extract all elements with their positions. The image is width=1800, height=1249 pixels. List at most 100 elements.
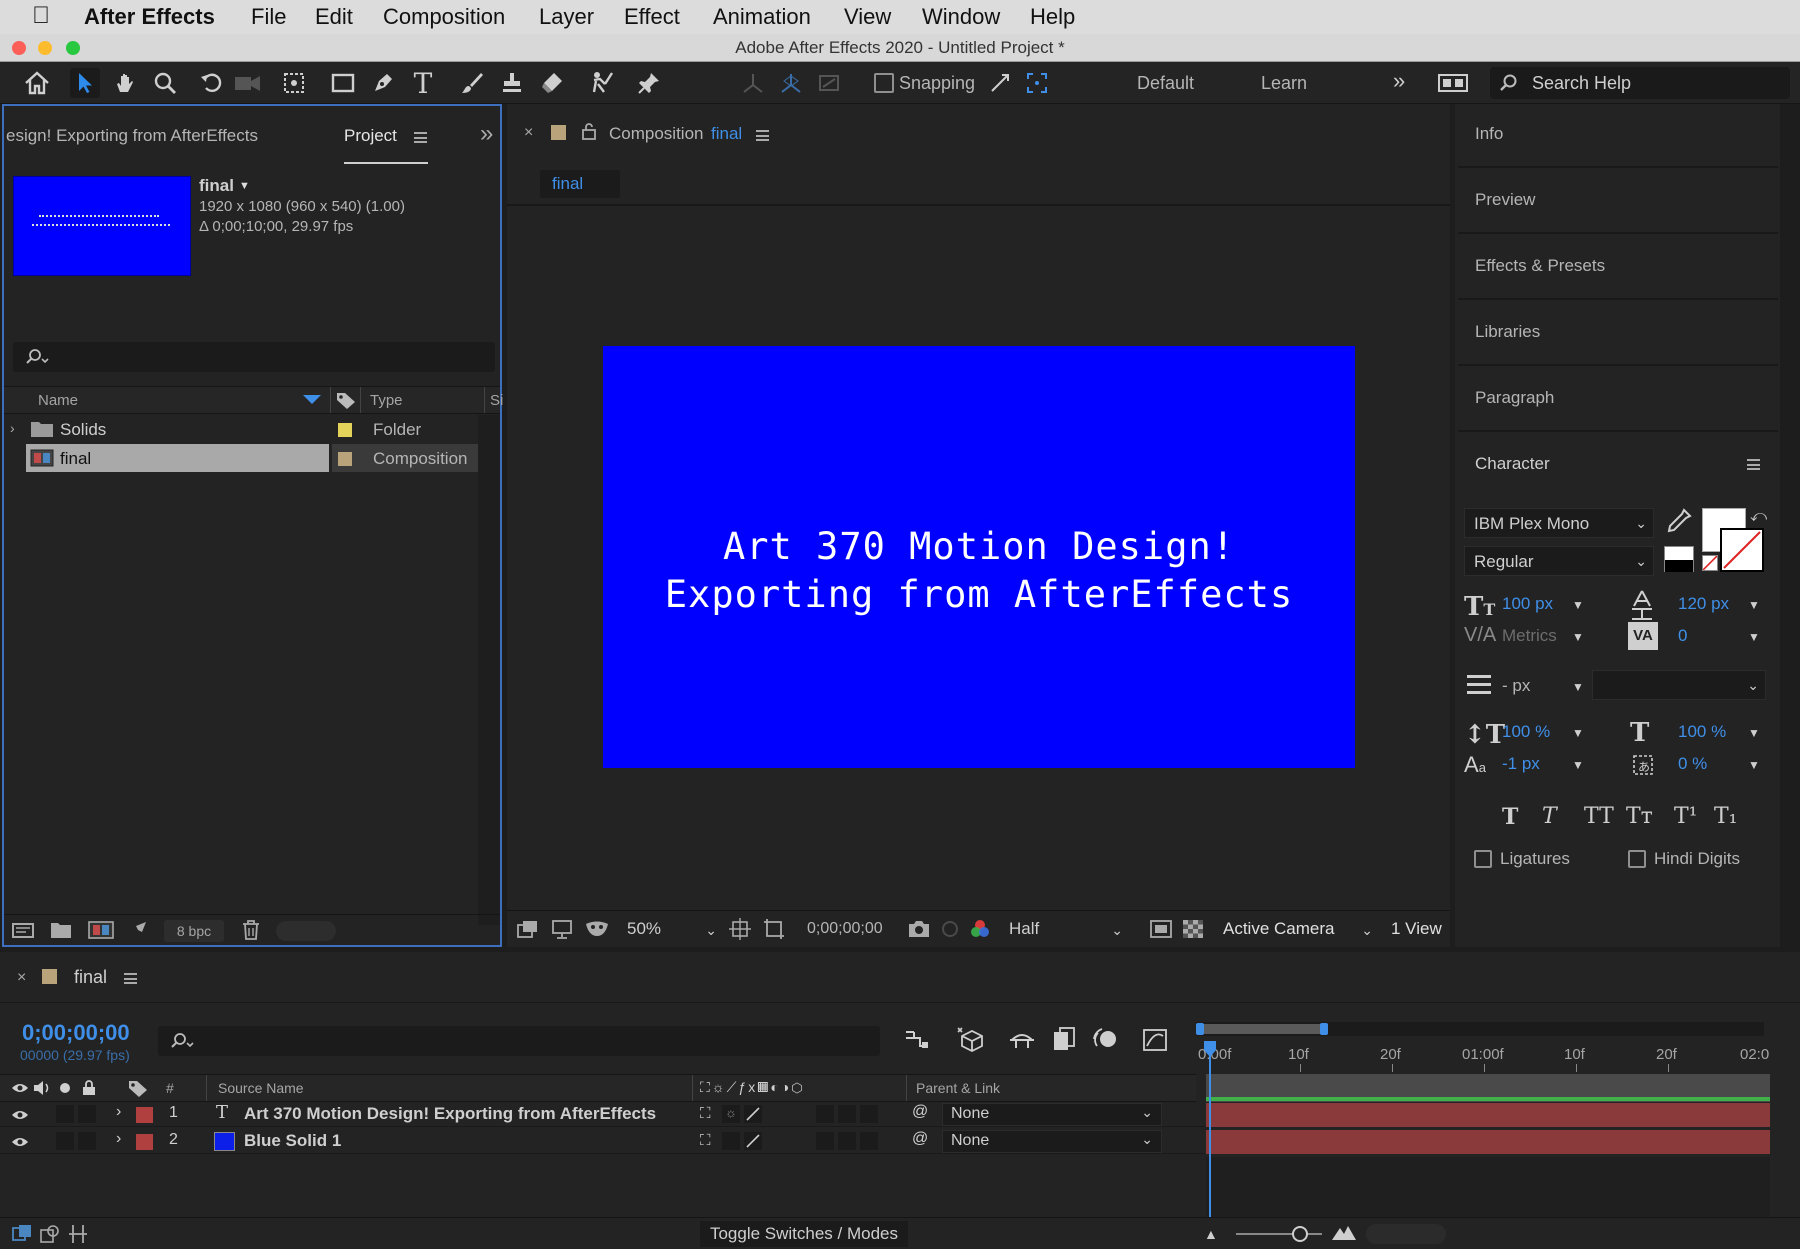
font-style-dropdown[interactable]: Regular ⌄ (1464, 546, 1654, 576)
pan-behind-tool-icon[interactable] (279, 68, 309, 98)
more-workspaces-icon[interactable]: » (1393, 68, 1405, 94)
layer-label-swatch[interactable] (136, 1107, 153, 1123)
composition-canvas[interactable]: Art 370 Motion Design! Exporting from Af… (603, 346, 1355, 768)
menu-edit[interactable]: Edit (315, 4, 353, 30)
eye-icon[interactable] (11, 1136, 29, 1148)
quality-switch[interactable] (744, 1105, 762, 1123)
parent-dropdown[interactable]: None ⌄ (942, 1103, 1162, 1126)
collapse-switch-icon[interactable]: ☼ (722, 1105, 740, 1123)
dropdown-arrow-icon[interactable]: ▼ (1572, 598, 1584, 612)
toggle-switches-modes-button[interactable]: Toggle Switches / Modes (700, 1221, 908, 1247)
layer-switches-icons[interactable]: ⛶☼⟋ƒx▦◐◑⬡ (700, 1079, 805, 1096)
lock-icon[interactable] (82, 1080, 96, 1096)
project-tab[interactable]: Project (344, 126, 397, 146)
collapse-switch[interactable] (722, 1132, 740, 1150)
lock-icon[interactable] (581, 122, 597, 140)
resolution-dropdown[interactable]: Half ⌄ (1001, 916, 1129, 944)
parent-dropdown[interactable]: None ⌄ (942, 1130, 1162, 1153)
eye-icon[interactable] (11, 1109, 29, 1121)
effects-presets-panel-header[interactable]: Effects & Presets (1475, 256, 1605, 276)
apple-icon[interactable]:  (32, 2, 50, 30)
sort-arrow-icon[interactable] (302, 393, 322, 405)
3d-layer-switch[interactable] (860, 1132, 878, 1150)
zoom-in-icon[interactable] (1330, 1222, 1358, 1242)
character-panel-header[interactable]: Character (1475, 454, 1550, 474)
menu-help[interactable]: Help (1030, 4, 1075, 30)
dropdown-arrow-icon[interactable]: ▼ (1572, 758, 1584, 772)
thumbnail-slider[interactable] (276, 921, 336, 941)
time-ruler[interactable]: 0:00f 10f 20f 01:00f 10f 20f 02:0 (1196, 1040, 1769, 1072)
workspace-learn[interactable]: Learn (1261, 73, 1307, 94)
viewer-timecode[interactable]: 0;00;00;00 (807, 920, 883, 938)
fast-previews-icon[interactable] (1150, 920, 1172, 938)
column-name[interactable]: Name (38, 392, 78, 409)
effect-controls-tab[interactable]: esign! Exporting from AfterEffects (6, 126, 258, 146)
timeline-zoom-handle[interactable] (1292, 1226, 1308, 1242)
timeline-search-input[interactable] (158, 1026, 880, 1056)
menu-layer[interactable]: Layer (539, 4, 594, 30)
mask-visibility-icon[interactable] (585, 920, 609, 938)
project-item-row[interactable]: › Solids Folder (4, 415, 500, 444)
no-fill-swatch[interactable] (1702, 555, 1718, 571)
menu-window[interactable]: Window (922, 4, 1000, 30)
adjustment-layer-switch[interactable] (838, 1105, 856, 1123)
zoom-tool-icon[interactable] (150, 68, 180, 98)
menu-effect[interactable]: Effect (624, 4, 680, 30)
time-navigator-range[interactable] (1200, 1024, 1322, 1034)
project-item-row[interactable]: final Composition (4, 444, 478, 473)
right-scrollbar[interactable] (1780, 104, 1800, 947)
stroke-style-dropdown[interactable]: ⌄ (1592, 670, 1766, 700)
camera-view-dropdown[interactable]: Active Camera ⌄ (1215, 916, 1379, 944)
view-layout-dropdown[interactable]: 1 View (1383, 916, 1450, 944)
layer-row[interactable]: › 2 Blue Solid 1 ⛶ @ None ⌄ (0, 1129, 1205, 1154)
world-axis-mode-icon[interactable] (776, 68, 806, 98)
snapshot-camera-icon[interactable] (907, 919, 931, 939)
app-menu[interactable]: After Effects (84, 4, 215, 30)
font-size-value[interactable]: 100 px (1502, 594, 1553, 614)
comp-mini-flowchart-icon[interactable] (904, 1028, 930, 1050)
shy-layers-icon[interactable] (1008, 1028, 1036, 1052)
hindi-digits-checkbox[interactable] (1628, 850, 1646, 868)
timeline-comp-tab[interactable]: final (74, 967, 107, 988)
close-tab-icon[interactable]: × (17, 969, 26, 987)
always-preview-icon[interactable] (517, 920, 539, 938)
close-tab-icon[interactable]: × (524, 124, 533, 142)
frame-blending-icon[interactable] (1052, 1026, 1076, 1052)
menu-animation[interactable]: Animation (713, 4, 811, 30)
timeline-zoom-slider[interactable] (1236, 1233, 1322, 1235)
motion-blur-icon[interactable] (1092, 1026, 1118, 1052)
dropdown-arrow-icon[interactable]: ▼ (239, 180, 250, 192)
title-action-safe-icon[interactable] (729, 918, 751, 940)
workspace-menu-icon[interactable] (1437, 68, 1469, 98)
expand-arrow-icon[interactable]: › (116, 1103, 121, 1121)
superscript-button[interactable]: T¹ (1674, 804, 1698, 829)
quality-switch[interactable] (744, 1132, 762, 1150)
small-caps-button[interactable]: Tт (1626, 804, 1653, 829)
navigator-start-handle[interactable] (1196, 1023, 1204, 1035)
region-of-interest-icon[interactable] (763, 918, 785, 940)
dropdown-arrow-icon[interactable]: ▼ (1572, 726, 1584, 740)
all-caps-button[interactable]: TT (1584, 804, 1614, 829)
type-tool-icon[interactable]: T (408, 67, 438, 100)
motion-blur-switch[interactable] (816, 1132, 834, 1150)
kerning-value[interactable]: Metrics (1502, 626, 1557, 646)
composition-panel-menu-icon[interactable] (756, 130, 769, 141)
current-time-indicator[interactable] (1203, 1040, 1217, 1057)
layer-duration-bar[interactable] (1206, 1130, 1770, 1154)
info-panel-header[interactable]: Info (1475, 124, 1503, 144)
ligatures-checkbox[interactable] (1474, 850, 1492, 868)
eraser-tool-icon[interactable] (537, 68, 567, 98)
preview-comp-name[interactable]: final (199, 176, 234, 196)
snapping-checkbox[interactable] (874, 73, 894, 93)
layer-label-swatch[interactable] (136, 1134, 153, 1150)
channel-color-icon[interactable] (969, 919, 991, 939)
horizontal-scale-value[interactable]: 100 % (1678, 722, 1726, 742)
timeline-menu-icon[interactable] (124, 973, 137, 984)
layer-duration-bar[interactable] (1206, 1103, 1770, 1127)
shy-switch-icon[interactable]: ⛶ (700, 1132, 711, 1149)
magnification-dropdown[interactable]: 50% ⌄ (619, 916, 723, 944)
home-icon[interactable] (22, 68, 52, 98)
label-tag-icon[interactable] (336, 392, 356, 410)
expand-arrow-icon[interactable]: › (116, 1130, 121, 1148)
dropdown-arrow-icon[interactable]: ▼ (1748, 598, 1760, 612)
